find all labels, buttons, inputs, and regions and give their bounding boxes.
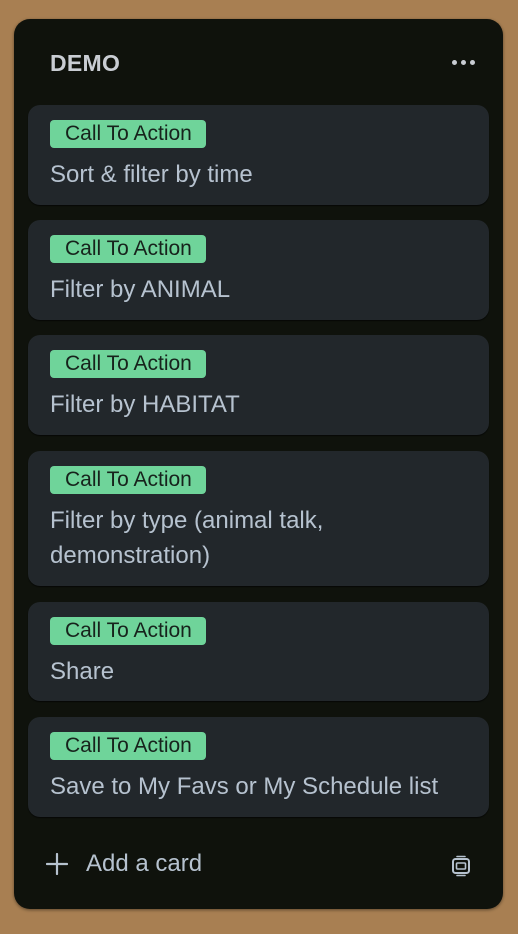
list-title[interactable]: DEMO [50, 49, 120, 77]
card-label[interactable]: Call To Action [50, 617, 206, 645]
card-label[interactable]: Call To Action [50, 732, 206, 760]
plus-icon [46, 853, 68, 875]
card[interactable]: Call To Action Filter by ANIMAL [28, 220, 489, 320]
more-dot [460, 59, 466, 65]
add-card-label: Add a card [86, 850, 203, 877]
card[interactable]: Call To Action Filter by HABITAT [28, 335, 489, 435]
list-header: DEMO [14, 19, 503, 105]
card-title: Sort & filter by time [50, 161, 253, 188]
card-label[interactable]: Call To Action [50, 120, 206, 148]
card-title: Filter by ANIMAL [50, 276, 231, 303]
list-demo: DEMO Call To Action Sort & filter by tim… [14, 19, 503, 909]
card[interactable]: Call To Action Share [28, 602, 489, 701]
card-template-icon [452, 855, 470, 877]
card-title: Filter by type (animal talk, demonstrati… [50, 507, 324, 569]
card-title: Filter by HABITAT [50, 391, 240, 418]
add-card-button[interactable]: Add a card [28, 845, 428, 883]
more-dot [469, 59, 475, 65]
card-label[interactable]: Call To Action [50, 235, 206, 263]
list-menu-button[interactable] [445, 45, 481, 79]
card-title: Share [50, 658, 115, 685]
card-title: Save to My Favs or My Schedule list [50, 773, 439, 800]
card[interactable]: Call To Action Save to My Favs or My Sch… [28, 717, 489, 817]
create-from-template-button[interactable] [442, 847, 480, 885]
card[interactable]: Call To Action Sort & filter by time [28, 105, 489, 205]
card-label[interactable]: Call To Action [50, 466, 206, 494]
card-label[interactable]: Call To Action [50, 350, 206, 378]
card[interactable]: Call To Action Filter by type (animal ta… [28, 451, 489, 586]
more-horizontal-icon [451, 59, 457, 65]
